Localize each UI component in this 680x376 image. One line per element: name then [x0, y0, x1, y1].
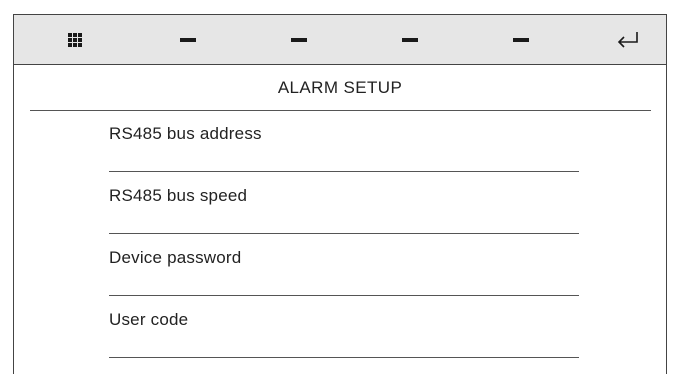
- page-title: ALARM SETUP: [277, 78, 403, 97]
- back-button[interactable]: [608, 15, 648, 64]
- menu-item-label: RS485 bus speed: [109, 186, 248, 205]
- menu-item-device-password[interactable]: Device password: [109, 234, 579, 296]
- toolbar-slot-2-button[interactable]: [279, 15, 319, 64]
- menu-item-user-code[interactable]: User code: [109, 296, 579, 358]
- dash-icon: [402, 37, 418, 42]
- return-arrow-icon: [617, 31, 638, 48]
- toolbar: [14, 15, 666, 65]
- device-screen: ALARM SETUP RS485 bus address RS485 bus …: [13, 14, 667, 374]
- menu-item-label: Device password: [109, 248, 242, 267]
- menu-item-label: User code: [109, 310, 189, 329]
- toolbar-slot-4-button[interactable]: [501, 15, 541, 64]
- dash-icon: [180, 37, 196, 42]
- menu-item-label: RS485 bus address: [109, 124, 262, 143]
- menu-item-rs485-bus-speed[interactable]: RS485 bus speed: [109, 172, 579, 234]
- dash-icon: [291, 37, 307, 42]
- grid-menu-button[interactable]: [56, 15, 96, 64]
- grid-menu-icon: [68, 32, 84, 47]
- menu-item-rs485-bus-address[interactable]: RS485 bus address: [109, 110, 579, 172]
- dash-icon: [513, 37, 529, 42]
- toolbar-slot-1-button[interactable]: [168, 15, 208, 64]
- toolbar-slot-3-button[interactable]: [390, 15, 430, 64]
